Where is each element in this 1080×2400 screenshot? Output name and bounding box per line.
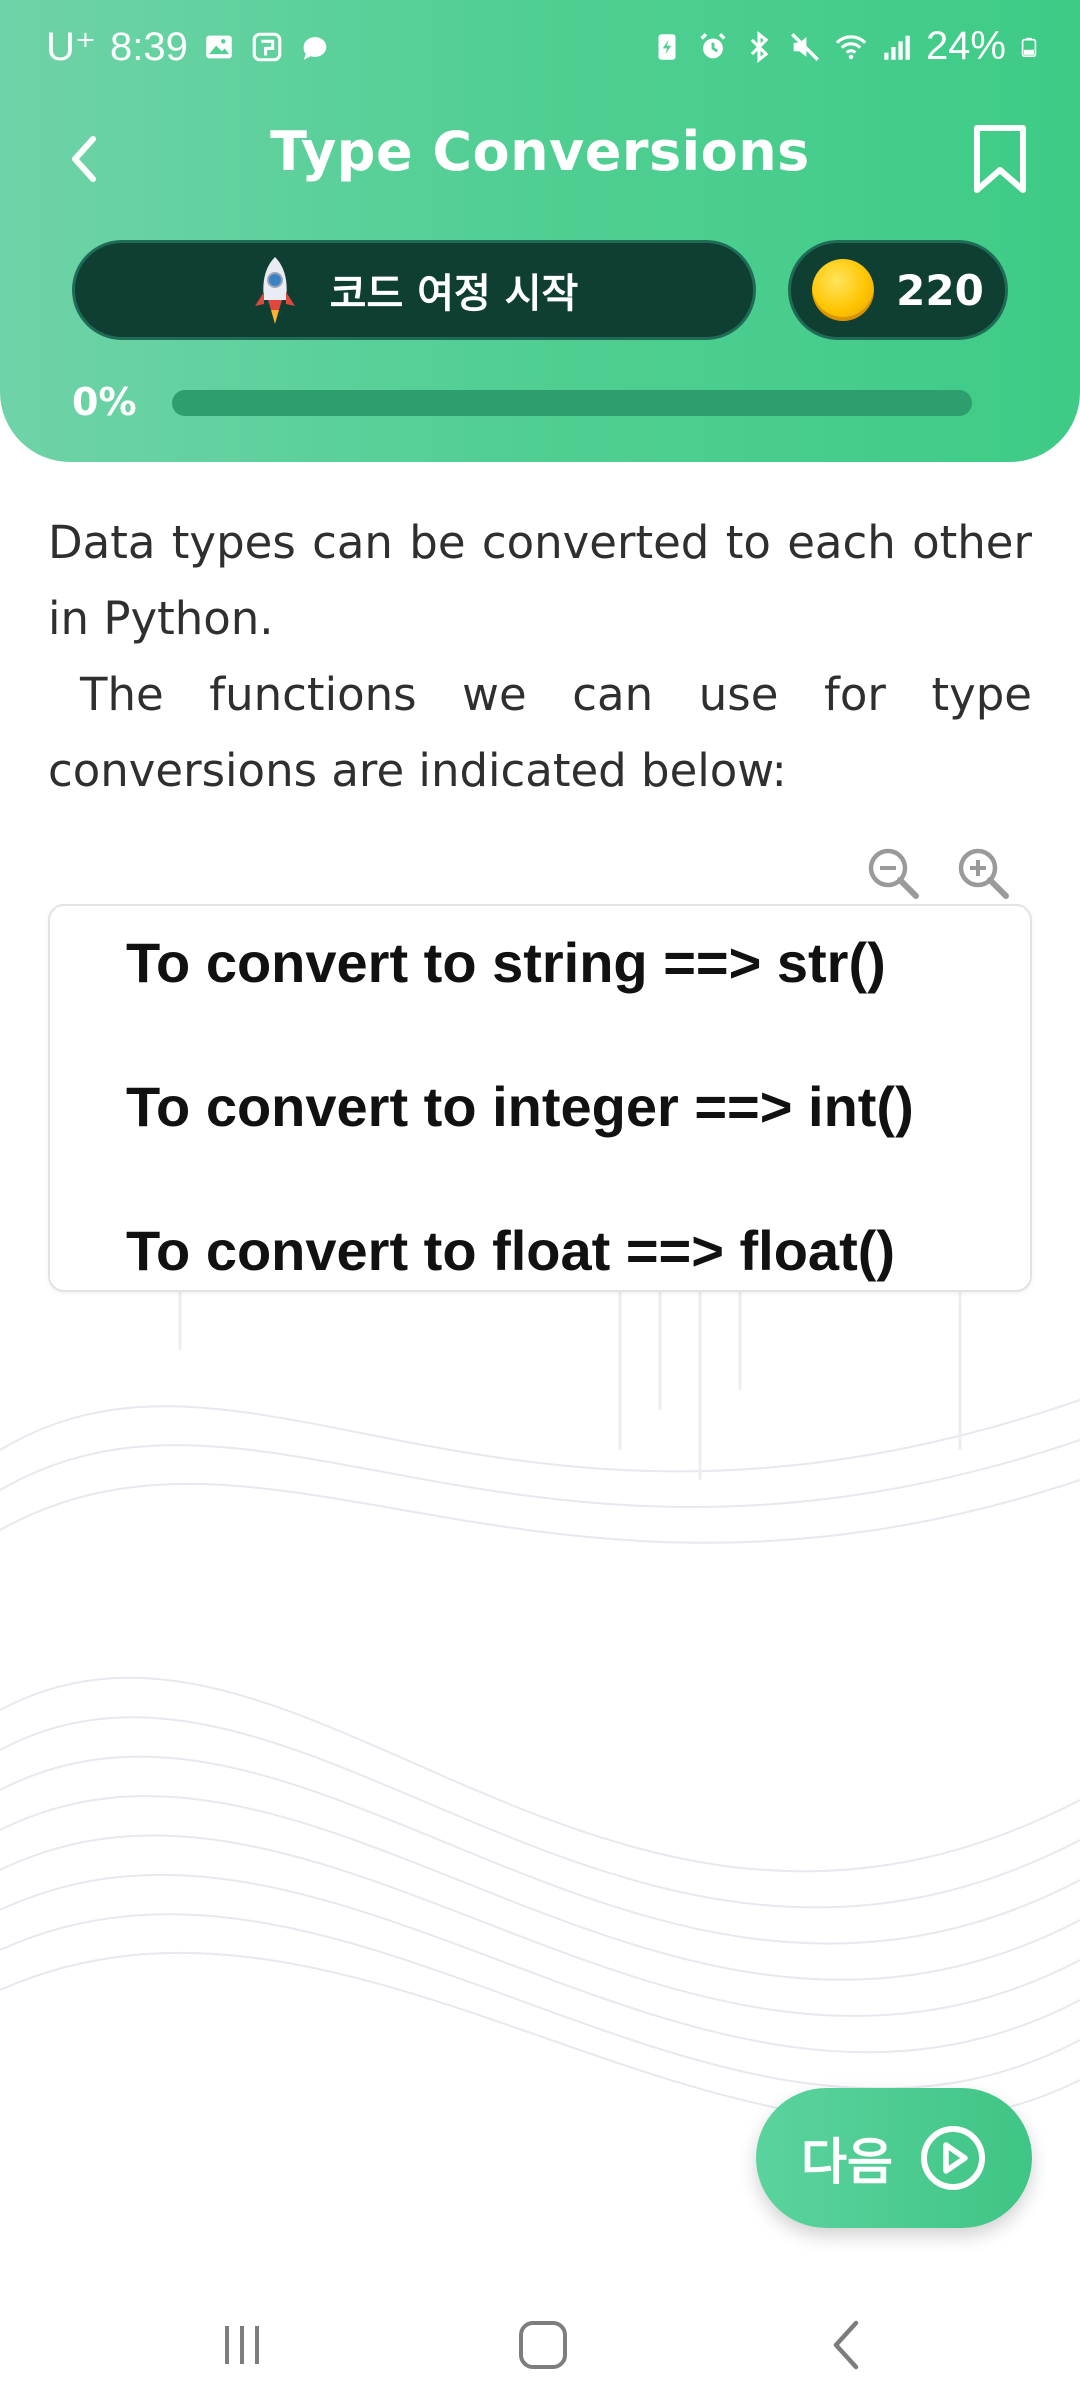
wifi-icon [835,34,867,59]
page-title: Type Conversions [270,120,810,183]
battery-percent: 24% [925,24,1006,68]
zoom-out-button[interactable] [860,840,926,906]
rocket-icon [254,257,295,324]
coin-balance[interactable]: 220 [788,240,1008,340]
background-decoration [0,1150,1080,2123]
zoom-in-button[interactable] [950,840,1016,906]
zoom-out-icon [868,848,919,899]
code-line: To convert to float ==> float() [126,1219,896,1282]
battery-saver-icon [658,33,676,60]
coin-icon [812,259,875,321]
lesson-paragraph-2-text: The functions we can use for type conver… [48,668,1032,797]
carrier-label: U⁺ [46,25,96,69]
progress-bar [172,390,972,416]
alarm-icon [700,32,726,58]
app-notification-icon [252,32,282,62]
bluetooth-icon [750,30,769,63]
next-button[interactable]: 다음 [756,2088,1032,2228]
lesson-paragraph-2: The functions we can use for type conver… [48,657,1032,809]
home-button[interactable] [503,2310,583,2380]
header: U⁺ 8:39 24% Type Conversions 코드 여정 시작 22… [0,0,1080,462]
bookmark-icon [974,125,1026,193]
signal-icon [884,35,910,60]
lesson-content: Data types can be converted to each othe… [48,505,1032,809]
zoom-controls [860,840,1020,910]
lesson-paragraph-1: Data types can be converted to each othe… [48,516,1032,645]
code-line: To convert to string ==> str() [126,931,886,994]
recent-apps-button[interactable] [202,2310,282,2380]
coin-count: 220 [896,265,984,315]
gallery-icon [206,35,232,59]
battery-icon [1021,37,1037,57]
home-icon [519,2321,567,2369]
zoom-in-icon [958,848,1009,899]
status-bar: U⁺ 8:39 24% [0,0,1080,100]
code-image: To convert to string ==> str() To conver… [48,904,1032,1292]
journey-label: 코드 여정 시작 [329,271,579,317]
clock: 8:39 [110,24,188,69]
chat-icon [303,37,327,60]
system-back-button[interactable] [806,2310,886,2380]
recent-apps-icon [225,2326,259,2364]
code-line: To convert to integer ==> int() [126,1075,914,1138]
progress-percent: 0% [72,380,137,424]
back-button[interactable] [50,124,120,194]
mute-icon [790,32,819,61]
next-label: 다음 [801,2133,893,2191]
lesson-progress: 0% [72,378,972,428]
back-arrow-icon [72,136,96,182]
system-navigation-bar [0,2290,1080,2400]
bookmark-button[interactable] [960,114,1040,204]
start-journey-button[interactable]: 코드 여정 시작 [72,240,756,340]
play-circle-icon [921,2126,985,2190]
top-app-bar: Type Conversions [0,110,1080,210]
system-back-icon [833,2320,859,2370]
